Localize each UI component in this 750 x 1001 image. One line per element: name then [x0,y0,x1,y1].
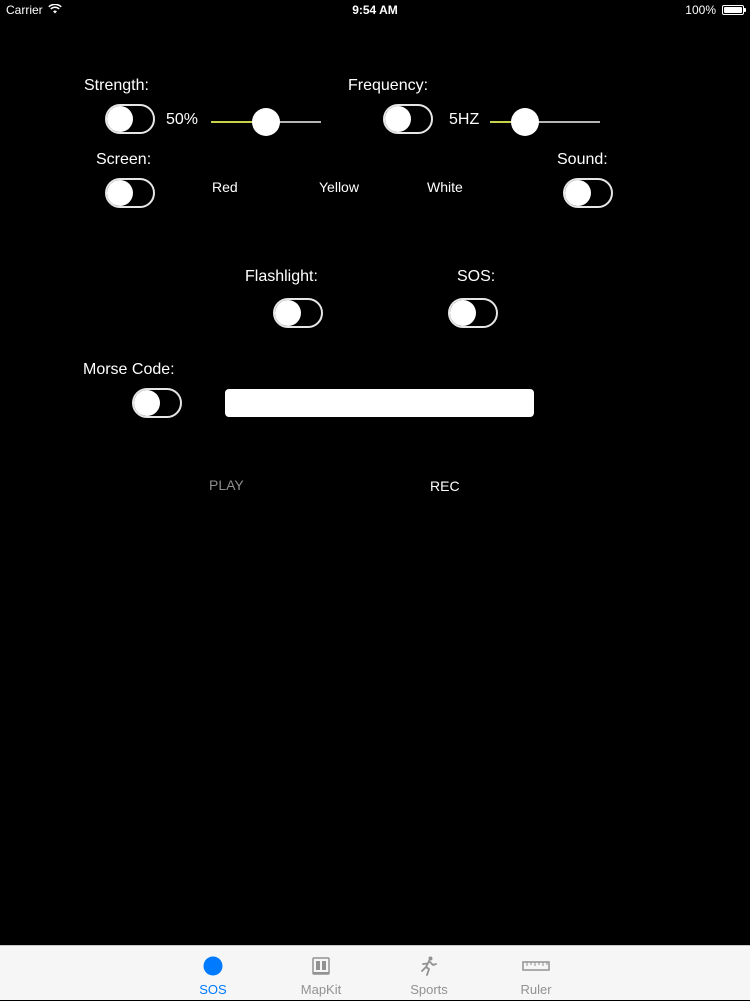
toggle-knob [450,300,476,326]
frequency-slider[interactable] [490,108,600,136]
battery-icon [722,5,746,15]
morse-code-input[interactable] [225,389,534,417]
clock-label: 9:54 AM [352,3,398,17]
frequency-value: 5HZ [449,111,480,128]
strength-value: 50% [166,111,199,128]
tab-label: Ruler [520,982,552,997]
slider-thumb[interactable] [252,108,280,136]
toggle-knob [385,106,411,132]
strength-toggle[interactable] [105,104,155,134]
tab-sports[interactable]: Sports [394,946,464,1001]
sos-toggle[interactable] [448,298,498,328]
circle-icon [203,956,223,976]
flashlight-toggle[interactable] [273,298,323,328]
sound-label: Sound: [557,151,608,168]
screen-toggle[interactable] [105,178,155,208]
battery-percentage: 100% [685,3,716,17]
tab-mapkit[interactable]: MapKit [286,946,356,1001]
color-white-button[interactable]: White [427,179,463,195]
ruler-icon [522,961,550,971]
color-red-button[interactable]: Red [212,179,238,195]
tab-sos[interactable]: SOS [178,946,248,1001]
status-bar: Carrier 9:54 AM 100% [0,0,750,20]
map-icon [312,957,330,975]
tab-bar: SOS MapKit Sports Ruler [0,945,750,1000]
toggle-knob [134,390,160,416]
tab-label: SOS [199,982,227,997]
tab-label: Sports [410,982,448,997]
frequency-label: Frequency: [348,77,429,94]
rec-button[interactable]: REC [430,478,460,494]
runner-icon [421,956,437,976]
strength-label: Strength: [84,77,149,94]
color-yellow-button[interactable]: Yellow [319,179,359,195]
toggle-knob [275,300,301,326]
morse-code-toggle[interactable] [132,388,182,418]
slider-thumb[interactable] [510,108,539,136]
toggle-knob [565,180,591,206]
tab-ruler[interactable]: Ruler [501,946,571,1001]
tab-label: MapKit [300,982,342,997]
flashlight-label: Flashlight: [245,268,318,285]
frequency-toggle[interactable] [383,104,433,134]
play-button[interactable]: PLAY [209,477,244,493]
morse-code-label: Morse Code: [83,361,175,378]
sound-toggle[interactable] [563,178,613,208]
screen-label: Screen: [96,151,152,168]
toggle-knob [107,180,133,206]
sos-label: SOS: [457,268,496,285]
strength-slider[interactable] [211,108,321,136]
toggle-knob [107,106,133,132]
